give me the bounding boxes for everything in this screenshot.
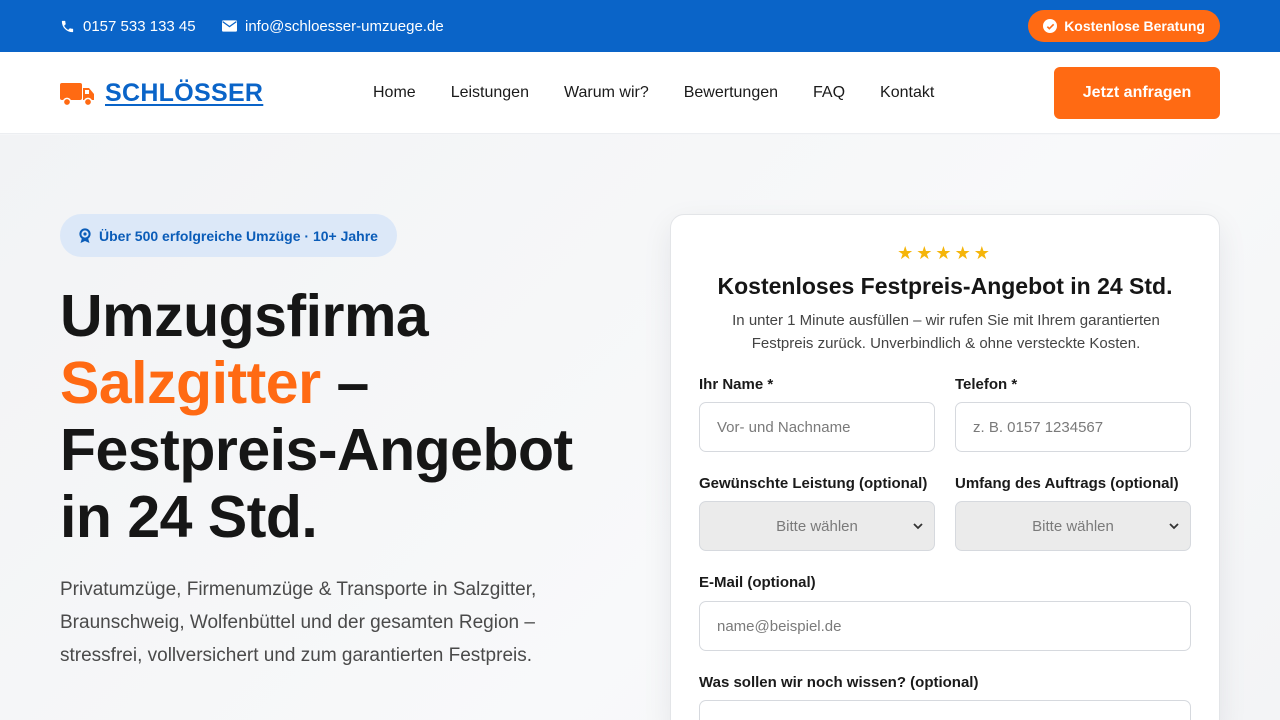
hero-description: Privatumzüge, Firmenumzüge & Transporte …: [60, 579, 537, 666]
headline-city: Salzgitter: [60, 350, 321, 416]
headline-line-1: Umzugsfirma: [60, 283, 429, 349]
rating-stars: ★★★★★: [897, 243, 993, 263]
nav-warum-wir[interactable]: Warum wir?: [564, 84, 649, 102]
logo[interactable]: SCHLÖSSER: [60, 79, 263, 108]
request-now-button[interactable]: Jetzt anfragen: [1054, 67, 1220, 119]
free-consultation-label: Kostenlose Beratung: [1064, 18, 1205, 34]
mail-icon: [222, 20, 237, 32]
phone-label: Telefon *: [955, 376, 1018, 393]
trust-badge: Über 500 erfolgreiche Umzüge · 10+ Jahre: [60, 214, 397, 257]
quote-form-card: ★★★★★ Kostenloses Festpreis-Angebot in 2…: [670, 214, 1220, 720]
headline-line-3: Festpreis-Angebot: [60, 417, 573, 483]
main-navigation: Home Leistungen Warum wir? Bewertungen F…: [373, 52, 969, 134]
form-subtitle: In unter 1 Minute ausfüllen – wir rufen …: [732, 312, 1160, 352]
phone-icon: [61, 20, 74, 32]
phone-link[interactable]: 0157 533 133 45: [60, 0, 196, 52]
headline-dash: –: [320, 350, 369, 416]
phone-input[interactable]: z. B. 0157 1234567: [955, 402, 1191, 452]
notes-textarea[interactable]: [699, 700, 1191, 720]
service-label: Gewünschte Leistung (optional): [699, 475, 928, 492]
form-title: Kostenloses Festpreis-Angebot in 24 Std.: [717, 273, 1173, 299]
scope-select[interactable]: Bitte wählen: [955, 501, 1191, 551]
chevron-down-icon: [913, 523, 923, 530]
nav-faq[interactable]: FAQ: [813, 84, 845, 102]
email-address: info@schloesser-umzuege.de: [245, 17, 444, 35]
email-input[interactable]: name@beispiel.de: [699, 601, 1191, 651]
service-selected-value: Bitte wählen: [776, 517, 858, 535]
truck-icon: [60, 82, 94, 106]
email-link[interactable]: info@schloesser-umzuege.de: [222, 0, 444, 52]
phone-placeholder: z. B. 0157 1234567: [973, 418, 1104, 436]
nav-bewertungen[interactable]: Bewertungen: [684, 84, 778, 102]
page-title: Umzugsfirma Salzgitter – Festpreis-Angeb…: [60, 283, 640, 551]
scope-selected-value: Bitte wählen: [1032, 517, 1114, 535]
top-contact-bar: 0157 533 133 45 info@schloesser-umzuege.…: [0, 0, 1280, 52]
scope-label: Umfang des Auftrags (optional): [955, 475, 1179, 492]
nav-kontakt[interactable]: Kontakt: [880, 84, 934, 102]
headline-line-4: in 24 Std.: [60, 484, 318, 550]
brand-name: SCHLÖSSER: [105, 79, 264, 107]
email-label: E-Mail (optional): [699, 574, 816, 591]
name-input[interactable]: Vor- und Nachname: [699, 402, 935, 452]
hero-section: Über 500 erfolgreiche Umzüge · 10+ Jahre…: [0, 135, 1280, 720]
nav-home[interactable]: Home: [373, 84, 416, 102]
service-select[interactable]: Bitte wählen: [699, 501, 935, 551]
free-consultation-button[interactable]: Kostenlose Beratung: [1028, 10, 1220, 42]
chevron-down-icon: [1169, 523, 1179, 530]
nav-leistungen[interactable]: Leistungen: [451, 84, 529, 102]
phone-number: 0157 533 133 45: [83, 17, 196, 35]
name-label: Ihr Name *: [699, 376, 774, 393]
notes-label: Was sollen wir noch wissen? (optional): [699, 674, 979, 691]
trust-badge-text: Über 500 erfolgreiche Umzüge · 10+ Jahre: [99, 227, 378, 244]
award-icon: [79, 227, 91, 243]
name-placeholder: Vor- und Nachname: [717, 418, 851, 436]
check-circle-icon: [1043, 19, 1058, 33]
main-header: SCHLÖSSER Home Leistungen Warum wir? Bew…: [0, 52, 1280, 134]
email-placeholder: name@beispiel.de: [717, 617, 842, 635]
